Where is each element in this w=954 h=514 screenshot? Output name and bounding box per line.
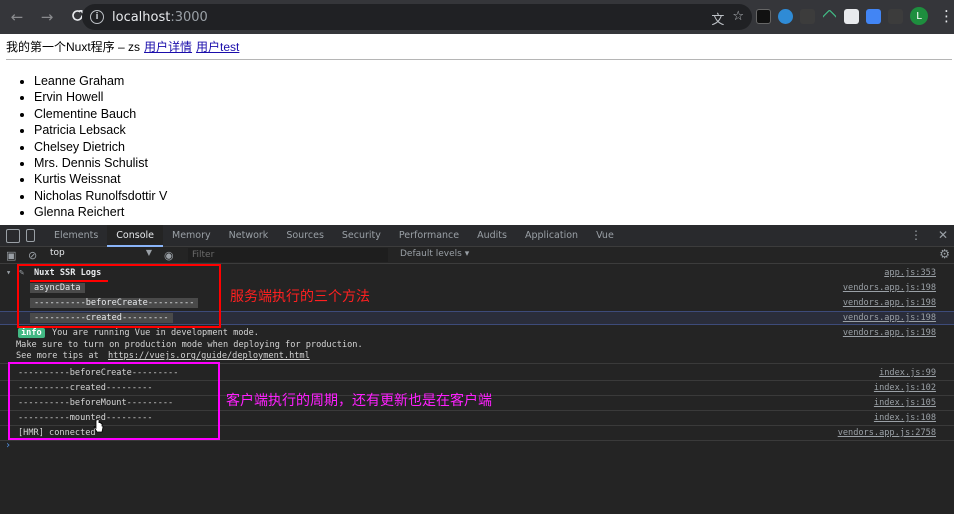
page-title: 我的第一个Nuxt程序 – zs [6, 40, 141, 54]
edit-icon: ✎ [19, 268, 25, 278]
back-button[interactable]: ← [4, 4, 30, 30]
user-list: Leanne Graham Ervin Howell Clementine Ba… [34, 73, 167, 221]
log-source-link[interactable]: index.js:108 [874, 413, 936, 423]
log-source-link[interactable]: index.js:99 [879, 368, 936, 378]
log-text: ----------created--------- [18, 383, 153, 393]
list-item: Kurtis Weissnat [34, 171, 167, 187]
tab-vue[interactable]: Vue [587, 225, 623, 247]
tab-elements[interactable]: Elements [45, 225, 107, 247]
red-underline-annotation [30, 280, 108, 282]
gear-icon[interactable]: ⚙ [939, 247, 950, 261]
log-source-link[interactable]: vendors.app.js:198 [843, 313, 936, 323]
row-separator [0, 363, 954, 364]
log-text: ----------beforeCreate--------- [18, 368, 179, 378]
browser-toolbar: ← → i localhost:3000 文 ☆ L ⋮ [0, 0, 954, 34]
inspect-element-icon[interactable] [6, 228, 20, 243]
url-text[interactable]: localhost:3000 [112, 10, 208, 25]
profile-avatar[interactable]: L [910, 7, 928, 25]
list-item: Ervin Howell [34, 89, 167, 105]
row-separator [0, 425, 954, 426]
log-source-link[interactable]: vendors.app.js:198 [843, 328, 936, 338]
extensions-bar: L ⋮ [756, 7, 954, 25]
log-text: ----------created--------- [30, 313, 173, 323]
info-badge: info [18, 328, 45, 338]
page-viewport: 我的第一个Nuxt程序 – zs 用户详情 用户test Leanne Grah… [0, 34, 954, 225]
row-separator [0, 440, 954, 441]
server-annotation: 服务端执行的三个方法 [230, 289, 370, 305]
list-item: Nicholas Runolfsdottir V [34, 188, 167, 204]
log-source-link[interactable]: index.js:105 [874, 398, 936, 408]
expand-triangle-icon[interactable]: ▾ [6, 268, 11, 278]
back-arrow-icon: ← [10, 8, 24, 26]
tab-security[interactable]: Security [333, 225, 390, 247]
list-item: Mrs. Dennis Schulist [34, 155, 167, 171]
tab-performance[interactable]: Performance [390, 225, 468, 247]
list-item: Clementine Bauch [34, 106, 167, 122]
info-line-prefix: See more tips at [16, 351, 99, 361]
log-source-link[interactable]: index.js:102 [874, 383, 936, 393]
tab-audits[interactable]: Audits [468, 225, 516, 247]
list-item: Chelsey Dietrich [34, 139, 167, 155]
devtools-panel: Elements Console Memory Network Sources … [0, 224, 954, 514]
eye-icon[interactable]: ◉ [164, 249, 174, 262]
deployment-guide-link[interactable]: https://vuejs.org/guide/deployment.html [108, 351, 310, 361]
tab-memory[interactable]: Memory [163, 225, 220, 247]
extension-grid-icon[interactable] [800, 8, 815, 24]
log-source-link[interactable]: vendors.app.js:198 [843, 283, 936, 293]
extension-puzzle-icon[interactable] [888, 8, 903, 24]
log-text: [HMR] connected [18, 428, 96, 438]
extension-vue-icon[interactable] [822, 8, 837, 24]
extension-google-icon[interactable] [844, 8, 859, 24]
console-toolbar: ▣ ⊘ top ▼ ◉ Filter Default levels ▾ ⚙ [0, 247, 954, 264]
devtools-more-icon[interactable]: ⋮ [910, 228, 922, 242]
extension-docs-icon[interactable] [866, 8, 881, 24]
close-icon[interactable]: ✕ [938, 228, 948, 242]
log-text: ----------beforeMount--------- [18, 398, 174, 408]
client-annotation: 客户端执行的周期，还有更新也是在客户端 [226, 393, 492, 409]
extension-globe-icon[interactable] [778, 8, 793, 24]
tab-application[interactable]: Application [516, 225, 587, 247]
extension-terminal-icon[interactable] [756, 8, 771, 24]
chevron-down-icon: ▼ [145, 248, 152, 257]
info-line: You are running Vue in development mode. [52, 328, 259, 338]
clear-console-icon[interactable]: ⊘ [28, 249, 37, 262]
translate-icon[interactable]: 文 [711, 9, 724, 28]
browser-menu-icon[interactable]: ⋮ [939, 7, 954, 25]
site-info-icon[interactable]: i [90, 10, 104, 24]
log-levels-select[interactable]: Default levels ▾ [400, 249, 469, 259]
console-prompt[interactable]: › [5, 440, 11, 451]
context-select[interactable]: top ▼ [50, 248, 152, 258]
tab-network[interactable]: Network [220, 225, 278, 247]
page-divider [6, 59, 952, 60]
filter-input[interactable]: Filter [188, 248, 388, 262]
log-text: ----------mounted--------- [18, 413, 153, 423]
log-text: ----------beforeCreate--------- [30, 298, 199, 308]
log-text: asyncData [30, 283, 85, 293]
log-source-link[interactable]: vendors.app.js:2758 [838, 428, 936, 438]
tab-sources[interactable]: Sources [277, 225, 333, 247]
page-header: 我的第一个Nuxt程序 – zs 用户详情 用户test [6, 38, 239, 55]
devtools-tab-bar: Elements Console Memory Network Sources … [0, 224, 954, 247]
tab-console[interactable]: Console [107, 224, 163, 247]
row-separator [0, 380, 954, 381]
user-detail-link[interactable]: 用户详情 [144, 38, 192, 55]
forward-arrow-icon: → [40, 8, 54, 26]
info-line: Make sure to turn on production mode whe… [16, 340, 363, 350]
log-source-link[interactable]: vendors.app.js:198 [843, 298, 936, 308]
row-separator [0, 410, 954, 411]
sidebar-toggle-icon[interactable]: ▣ [6, 249, 16, 262]
user-test-link[interactable]: 用户test [196, 38, 239, 55]
list-item: Leanne Graham [34, 73, 167, 89]
list-item: Patricia Lebsack [34, 122, 167, 138]
list-item: Glenna Reichert [34, 204, 167, 220]
forward-button[interactable]: → [34, 4, 60, 30]
mouse-cursor-icon [93, 419, 104, 433]
bookmark-star-icon[interactable]: ☆ [732, 9, 744, 28]
log-source-link[interactable]: app.js:353 [884, 268, 936, 278]
address-bar[interactable]: i localhost:3000 文 ☆ [82, 4, 752, 30]
device-toolbar-icon[interactable] [26, 229, 35, 242]
group-title: Nuxt SSR Logs [34, 268, 102, 278]
